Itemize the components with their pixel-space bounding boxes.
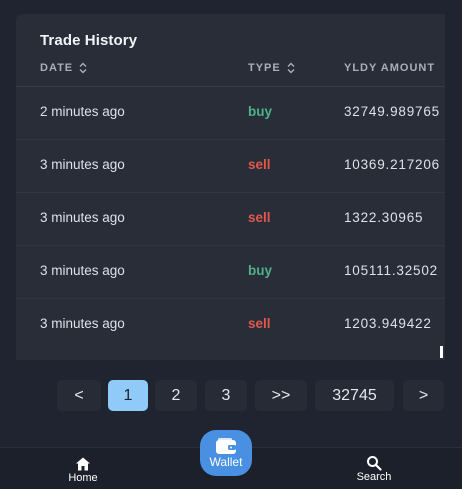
column-header-amount-label: YLDY AMOUNT [344,62,436,74]
previous-page-button[interactable]: < [57,380,101,411]
column-header-type-label: TYPE [248,62,281,74]
home-icon [76,457,90,471]
trade-amount: 10369.217206 [344,157,440,172]
nav-search-label: Search [356,471,392,483]
trade-time: 3 minutes ago [40,210,125,225]
trade-time: 3 minutes ago [40,263,125,278]
trade-history-card: Trade History DATE TYPE YLDY AMOUNT 2 mi… [16,14,445,360]
last-page-button[interactable]: 32745 [315,380,394,411]
table-row: 2 minutes ago buy 32749.989765 [16,87,445,140]
trade-amount: 32749.989765 [344,104,440,119]
trade-type: buy [248,263,273,278]
table-row: 3 minutes ago buy 105111.32502 [16,246,445,299]
table-row: 3 minutes ago sell 1322.30965 [16,193,445,246]
page-button-2[interactable]: 2 [155,380,197,411]
trade-type: sell [248,157,271,172]
column-header-type[interactable]: TYPE [248,62,295,74]
trade-amount: 1322.30965 [344,210,424,225]
column-header-amount: YLDY AMOUNT [344,62,435,74]
nav-home-label: Home [68,472,98,484]
trade-type: buy [248,104,273,119]
next-page-button[interactable]: > [403,380,444,411]
trade-rows: 2 minutes ago buy 32749.989765 3 minutes… [16,87,445,351]
trade-amount: 105111.32502 [344,263,438,278]
card-title: Trade History [40,32,138,49]
table-row: 3 minutes ago sell 10369.217206 [16,140,445,193]
trade-amount: 1203.949422 [344,316,432,331]
wallet-label: Wallet [209,455,243,469]
table-row: 3 minutes ago sell 1203.949422 [16,299,445,351]
page-button-3[interactable]: 3 [205,380,247,411]
jump-forward-button[interactable]: >> [255,380,307,411]
trade-type: sell [248,316,271,331]
trade-time: 3 minutes ago [40,316,125,331]
trade-type: sell [248,210,271,225]
trade-time: 2 minutes ago [40,104,125,119]
nav-search[interactable]: Search [352,455,396,483]
column-header-date-label: DATE [40,62,74,74]
trade-time: 3 minutes ago [40,157,125,172]
sort-icon [79,62,87,74]
table-header: DATE TYPE YLDY AMOUNT [16,58,445,87]
nav-home[interactable]: Home [63,456,103,484]
horizontal-scrollbar-thumb[interactable] [440,346,443,358]
app-screen: Trade History DATE TYPE YLDY AMOUNT 2 mi… [0,0,462,489]
wallet-button[interactable]: Wallet [200,430,252,476]
wallet-icon [216,438,236,454]
sort-icon [287,62,295,74]
page-button-1[interactable]: 1 [108,380,148,411]
column-header-date[interactable]: DATE [40,62,87,74]
search-icon [367,456,382,471]
